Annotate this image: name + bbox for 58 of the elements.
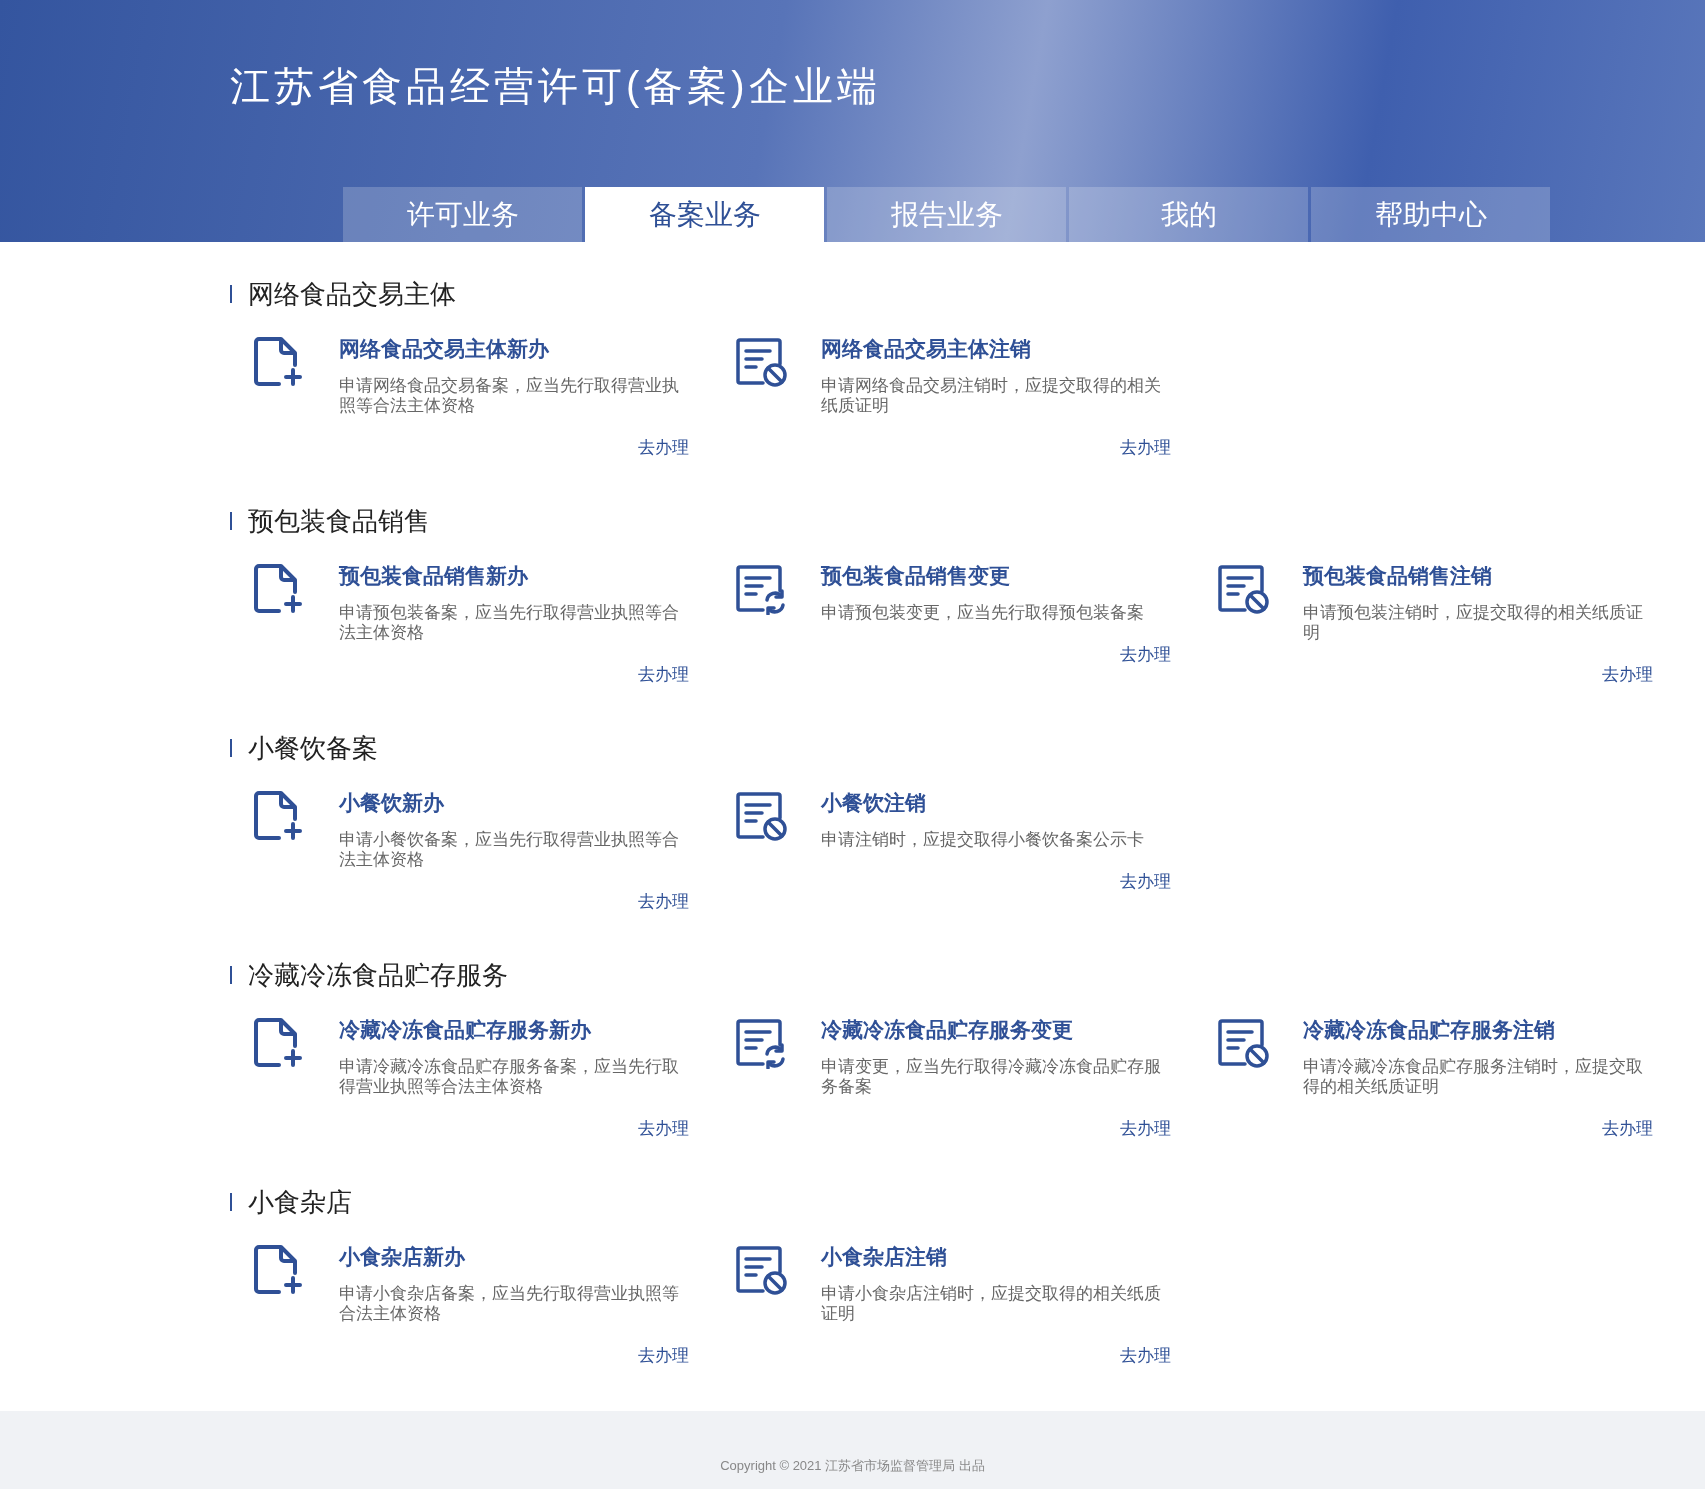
service-description: 申请预包装备案，应当先行取得营业执照等合法主体资格 xyxy=(339,603,680,643)
document-prohibited-icon xyxy=(1217,1017,1269,1069)
service-title: 预包装食品销售变更 xyxy=(821,563,1011,589)
document-refresh-icon xyxy=(735,1017,787,1069)
go-handle-link[interactable]: 去办理 xyxy=(638,436,689,460)
section-heading: 冷藏冷冻食品贮存服务 xyxy=(248,959,508,992)
service-title: 小食杂店注销 xyxy=(821,1244,948,1270)
service-description: 申请网络食品交易备案，应当先行取得营业执照等合法主体资格 xyxy=(339,376,680,416)
service-title: 冷藏冷冻食品贮存服务新办 xyxy=(339,1017,592,1043)
service-description: 申请冷藏冷冻食品贮存服务注销时，应提交取得的相关纸质证明 xyxy=(1303,1057,1644,1097)
service-description: 申请变更，应当先行取得冷藏冷冻食品贮存服务备案 xyxy=(821,1057,1162,1097)
service-description: 申请预包装变更，应当先行取得预包装备案 xyxy=(821,603,1145,623)
service-title: 冷藏冷冻食品贮存服务注销 xyxy=(1303,1017,1556,1043)
document-prohibited-icon xyxy=(735,336,787,388)
go-handle-link[interactable]: 去办理 xyxy=(1602,663,1653,687)
site-title: 江苏省食品经营许可(备案)企业端 xyxy=(230,64,881,108)
go-handle-link[interactable]: 去办理 xyxy=(1120,436,1171,460)
go-handle-link[interactable]: 去办理 xyxy=(638,1117,689,1141)
nav-tab[interactable]: 帮助中心 xyxy=(1311,187,1550,242)
copyright-text: Copyright © 2021 江苏省市场监督管理局 出品 xyxy=(720,1456,985,1475)
new-document-icon xyxy=(253,790,305,842)
service-description: 申请网络食品交易注销时，应提交取得的相关纸质证明 xyxy=(821,376,1162,416)
go-handle-link[interactable]: 去办理 xyxy=(1120,870,1171,894)
section-heading: 小食杂店 xyxy=(248,1186,352,1219)
go-handle-link[interactable]: 去办理 xyxy=(1120,1344,1171,1368)
service-description: 申请小餐饮备案，应当先行取得营业执照等合法主体资格 xyxy=(339,830,680,870)
service-title: 预包装食品销售注销 xyxy=(1303,563,1493,589)
nav-tab[interactable]: 备案业务 xyxy=(585,187,824,242)
section-heading: 小餐饮备案 xyxy=(248,732,378,765)
document-refresh-icon xyxy=(735,563,787,615)
service-title: 小餐饮新办 xyxy=(339,790,445,816)
service-description: 申请注销时，应提交取得小餐饮备案公示卡 xyxy=(821,830,1145,850)
nav-tab[interactable]: 许可业务 xyxy=(343,187,582,242)
service-description: 申请预包装注销时，应提交取得的相关纸质证明 xyxy=(1303,603,1644,643)
service-title: 小食杂店新办 xyxy=(339,1244,466,1270)
go-handle-link[interactable]: 去办理 xyxy=(1602,1117,1653,1141)
go-handle-link[interactable]: 去办理 xyxy=(638,890,689,914)
service-title: 网络食品交易主体注销 xyxy=(821,336,1032,362)
go-handle-link[interactable]: 去办理 xyxy=(638,663,689,687)
go-handle-link[interactable]: 去办理 xyxy=(1120,1117,1171,1141)
go-handle-link[interactable]: 去办理 xyxy=(1120,643,1171,667)
new-document-icon xyxy=(253,563,305,615)
new-document-icon xyxy=(253,1017,305,1069)
service-description: 申请小食杂店注销时，应提交取得的相关纸质证明 xyxy=(821,1284,1162,1324)
service-title: 预包装食品销售新办 xyxy=(339,563,529,589)
service-title: 冷藏冷冻食品贮存服务变更 xyxy=(821,1017,1074,1043)
section-heading: 网络食品交易主体 xyxy=(248,278,456,311)
service-title: 网络食品交易主体新办 xyxy=(339,336,550,362)
section-heading: 预包装食品销售 xyxy=(248,505,430,538)
new-document-icon xyxy=(253,336,305,388)
service-description: 申请小食杂店备案，应当先行取得营业执照等合法主体资格 xyxy=(339,1284,680,1324)
document-prohibited-icon xyxy=(735,1244,787,1296)
service-description: 申请冷藏冷冻食品贮存服务备案，应当先行取得营业执照等合法主体资格 xyxy=(339,1057,680,1097)
document-prohibited-icon xyxy=(735,790,787,842)
service-title: 小餐饮注销 xyxy=(821,790,927,816)
new-document-icon xyxy=(253,1244,305,1296)
go-handle-link[interactable]: 去办理 xyxy=(638,1344,689,1368)
document-prohibited-icon xyxy=(1217,563,1269,615)
